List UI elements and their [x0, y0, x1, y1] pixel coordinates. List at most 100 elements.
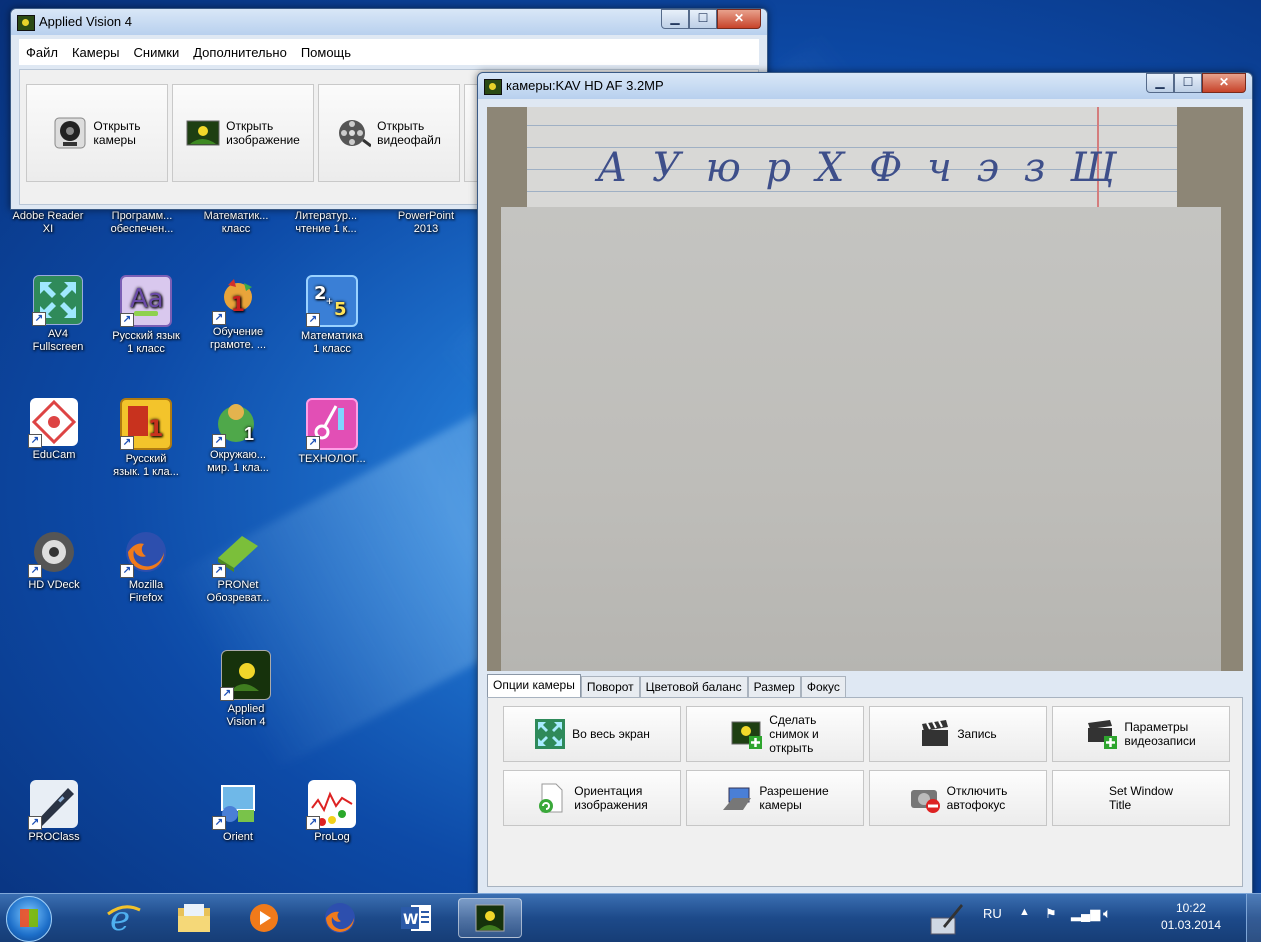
show-desktop-button[interactable] — [1246, 894, 1261, 942]
desktop-icon-literacy[interactable]: 1 ↗ Обучение грамоте. ... — [192, 275, 284, 352]
menu-help[interactable]: Помощь — [294, 45, 358, 60]
minimize-button[interactable]: ▁ — [1146, 73, 1174, 93]
icon-label: Applied Vision 4 — [226, 703, 266, 728]
svg-text:W: W — [403, 912, 418, 928]
clock-date: 01.03.2014 — [1160, 918, 1221, 932]
taskbar-applied-vision[interactable] — [458, 898, 522, 938]
icon-label: Математика 1 класс — [301, 330, 363, 355]
shortcut-arrow-icon: ↗ — [28, 434, 42, 448]
show-hidden-icons-icon[interactable]: ▲ — [1019, 906, 1030, 918]
desktop-icon-orient[interactable]: ↗ Orient — [192, 780, 284, 844]
volume-icon[interactable]: 🔈︎ — [1103, 905, 1111, 922]
taskbar-ie[interactable]: e — [92, 898, 156, 938]
clock[interactable]: 10:22 01.03.2014 — [1161, 900, 1221, 934]
shortcut-arrow-icon: ↗ — [28, 564, 42, 578]
desktop-icon-technology[interactable]: ↗ ТЕХНОЛОГ... — [286, 398, 378, 466]
blank-paper — [501, 207, 1221, 671]
russian-book-icon: 1 ↗ — [120, 398, 172, 450]
prolog-graph-icon: ↗ — [306, 780, 356, 830]
open-video-button[interactable]: Открыть видеофайл — [318, 84, 460, 182]
camera-window-title: камеры:KAV HD AF 3.2MP — [506, 78, 664, 93]
svg-text:+: + — [326, 294, 333, 308]
main-window-titlebar[interactable]: Applied Vision 4 ▁ ☐ ✕ — [11, 9, 767, 35]
taskbar-media-player[interactable] — [232, 898, 296, 938]
open-image-button[interactable]: Открыть изображение — [172, 84, 314, 182]
camera-window-titlebar[interactable]: камеры:KAV HD AF 3.2MP ▁ ☐ ✕ — [478, 73, 1252, 99]
desktop-icon-hd-vdeck[interactable]: ↗ HD VDeck — [8, 528, 100, 592]
camera-options-panel: Во весь экран Сделать снимок и открыть З… — [487, 697, 1243, 887]
desktop-icon-pronet[interactable]: ↗ PRONet Обозреват... — [192, 528, 284, 605]
film-reel-icon — [337, 116, 373, 150]
desktop-icon-adobe-reader[interactable]: Adobe Reader XI — [2, 210, 94, 236]
icon-label: PowerPoint 2013 — [397, 210, 455, 235]
desktop-icon-powerpoint[interactable]: PowerPoint 2013 — [376, 210, 476, 236]
action-center-flag-icon[interactable]: ⚑ — [1045, 906, 1057, 922]
desktop-icon-literature[interactable]: Литератур... чтение 1 к... — [280, 210, 372, 236]
open-cameras-label: Открыть камеры — [93, 119, 141, 147]
orient-icon: ↗ — [212, 780, 262, 830]
shortcut-arrow-icon: ↗ — [212, 434, 226, 448]
desktop-icon-firefox[interactable]: ↗ Mozilla Firefox — [100, 528, 192, 605]
maximize-button[interactable]: ☐ — [1174, 73, 1202, 93]
word-icon: W — [401, 905, 431, 931]
clapperboard-icon — [919, 718, 951, 750]
camera-window[interactable]: камеры:KAV HD AF 3.2MP ▁ ☐ ✕ А У ю р Х Ф… — [477, 72, 1253, 893]
set-window-title-button[interactable]: Set Window Title — [1052, 770, 1230, 826]
record-button[interactable]: Запись — [869, 706, 1047, 762]
taskbar-word[interactable]: W — [384, 898, 448, 938]
camera-tabs: Опции камеры Поворот Цветовой баланс Раз… — [487, 674, 1243, 702]
shortcut-arrow-icon: ↗ — [220, 687, 234, 701]
desktop-icon-math-class[interactable]: Математик... класс — [190, 210, 282, 236]
icon-label: AV4 Fullscreen — [32, 328, 84, 353]
menu-extra[interactable]: Дополнительно — [186, 45, 294, 60]
image-orientation-button[interactable]: Ориентация изображения — [503, 770, 681, 826]
icon-label: Orient — [223, 831, 253, 843]
desktop-icon-prolog[interactable]: ↗ ProLog — [286, 780, 378, 844]
camera-resolution-button[interactable]: Разрешение камеры — [686, 770, 864, 826]
taskbar-firefox[interactable] — [308, 898, 372, 938]
pen-tablet-icon[interactable] — [929, 900, 965, 939]
shortcut-arrow-icon: ↗ — [32, 312, 46, 326]
camera-video-feed: А У ю р Х Ф ч э з Щ — [487, 107, 1243, 671]
shortcut-arrow-icon: ↗ — [306, 436, 320, 450]
close-button[interactable]: ✕ — [1202, 73, 1246, 93]
letters-aa-icon: Aa ↗ — [120, 275, 172, 327]
menu-cameras[interactable]: Камеры — [65, 45, 127, 60]
open-cameras-button[interactable]: Открыть камеры — [26, 84, 168, 182]
close-button[interactable]: ✕ — [717, 9, 761, 29]
minimize-button[interactable]: ▁ — [661, 9, 689, 29]
language-indicator[interactable]: RU — [983, 906, 1002, 921]
shortcut-arrow-icon: ↗ — [28, 816, 42, 830]
menu-snapshots[interactable]: Снимки — [127, 45, 187, 60]
network-signal-icon[interactable]: ▂▄▆ — [1071, 906, 1100, 922]
icon-label: Обучение грамоте. ... — [210, 326, 266, 351]
menu-file[interactable]: Файл — [19, 45, 65, 60]
shortcut-arrow-icon: ↗ — [120, 313, 134, 327]
svg-text:5: 5 — [334, 299, 347, 320]
desktop-icon-math-1[interactable]: 2 +5 ↗ Математика 1 класс — [286, 275, 378, 356]
shortcut-arrow-icon: ↗ — [306, 816, 320, 830]
desktop-icon-russian-lang[interactable]: Aa ↗ Русский язык 1 класс — [100, 275, 192, 356]
maximize-button[interactable]: ☐ — [689, 9, 717, 29]
image-orientation-label: Ориентация изображения — [574, 784, 648, 812]
desktop-icon-programs[interactable]: Программ... обеспечен... — [96, 210, 188, 236]
desktop-icon-educam[interactable]: ↗ EduCam — [8, 398, 100, 462]
disable-autofocus-button[interactable]: Отключить автофокус — [869, 770, 1047, 826]
camera-resolution-label: Разрешение камеры — [759, 784, 829, 812]
icon-label: PROClass — [28, 831, 80, 843]
take-snapshot-button[interactable]: Сделать снимок и открыть — [686, 706, 864, 762]
fullscreen-label: Во весь экран — [572, 727, 650, 741]
desktop-icon-proclass[interactable]: ↗ PROClass — [8, 780, 100, 844]
start-button[interactable] — [6, 896, 52, 942]
firefox-icon — [325, 903, 355, 933]
desktop-icon-applied-vision[interactable]: ↗ Applied Vision 4 — [200, 650, 292, 729]
desktop-icon-av4-fullscreen[interactable]: ↗ AV4 Fullscreen — [12, 275, 104, 354]
camera-no-af-icon — [909, 782, 941, 814]
desktop-icon-russian-1[interactable]: 1 ↗ Русский язык. 1 кла... — [100, 398, 192, 479]
video-settings-button[interactable]: Параметры видеозаписи — [1052, 706, 1230, 762]
taskbar-explorer[interactable] — [162, 898, 226, 938]
folder-icon — [178, 904, 210, 932]
desktop-icon-world-1[interactable]: 1 ↗ Окружаю... мир. 1 кла... — [192, 398, 284, 475]
fullscreen-button[interactable]: Во весь экран — [503, 706, 681, 762]
take-snapshot-label: Сделать снимок и открыть — [769, 713, 819, 755]
